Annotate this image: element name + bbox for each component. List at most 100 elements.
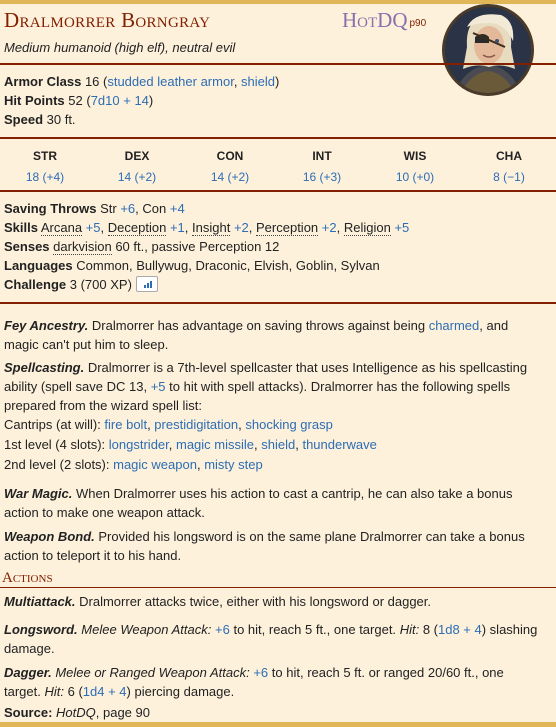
- shield-link[interactable]: shield: [241, 74, 275, 89]
- action-text: Dralmorrer attacks twice, either with hi…: [79, 594, 432, 609]
- save-con-roller[interactable]: +4: [170, 201, 185, 216]
- skill-roller[interactable]: +1: [170, 220, 185, 235]
- action-multiattack: Multiattack. Dralmorrer attacks twice, e…: [4, 592, 544, 611]
- spell-hit-roller[interactable]: +5: [151, 379, 166, 394]
- spell-level-label: Cantrips (at will):: [4, 417, 101, 432]
- challenge-line: Challenge 3 (700 XP): [4, 276, 158, 294]
- skills-label: Skills: [4, 220, 38, 235]
- spell-line-level1: 1st level (4 slots): longstrider, magic …: [4, 437, 377, 452]
- save-sep: , Con: [135, 201, 167, 216]
- action-title: Dagger.: [4, 665, 52, 680]
- action-text: ) piercing damage.: [126, 684, 235, 699]
- armor-class-line: Armor Class 16 (studded leather armor, s…: [4, 73, 279, 91]
- spell-thunderwave[interactable]: thunderwave: [302, 437, 376, 452]
- spell-level-label: 1st level (4 slots):: [4, 437, 106, 452]
- saves-label: Saving Throws: [4, 201, 97, 216]
- monster-portrait[interactable]: [442, 4, 534, 96]
- longsword-damage-roller[interactable]: 1d8 + 4: [438, 622, 482, 637]
- source-page: p90: [409, 18, 427, 29]
- ability-score-roller[interactable]: 16 (+3): [272, 168, 372, 186]
- ac-value: 16 (: [84, 74, 108, 89]
- ability-score-roller[interactable]: 10 (+0): [365, 168, 465, 186]
- spell-line-level2: 2nd level (2 slots): magic weapon, misty…: [4, 457, 263, 472]
- hp-dice-roller[interactable]: 7d10 + 14: [91, 93, 149, 108]
- divider: [0, 302, 556, 304]
- skill-perception[interactable]: Perception: [256, 220, 319, 236]
- spell-misty-step[interactable]: misty step: [204, 457, 263, 472]
- charmed-link[interactable]: charmed: [429, 318, 480, 333]
- darkvision-link[interactable]: darkvision: [53, 239, 112, 255]
- ability-name: STR: [33, 149, 57, 163]
- source-footer: Source: HotDQ, page 90: [4, 704, 150, 722]
- source-link[interactable]: HotDQ p90: [342, 8, 426, 36]
- ability-score-roller[interactable]: 8 (−1): [459, 168, 556, 186]
- scale-encounter-icon[interactable]: [135, 276, 158, 292]
- skill-roller[interactable]: +2: [322, 220, 337, 235]
- trait-text: Dralmorrer has advantage on saving throw…: [91, 318, 426, 333]
- top-border: [0, 0, 556, 4]
- skill-religion[interactable]: Religion: [343, 220, 391, 236]
- save-str-roller[interactable]: +6: [120, 201, 135, 216]
- action-text: 6 (: [67, 684, 83, 699]
- ability-dex: DEX 14 (+2): [87, 148, 187, 186]
- trait-title: Spellcasting.: [4, 360, 85, 375]
- ability-score-roller[interactable]: 14 (+2): [180, 168, 280, 186]
- ac-sep: ,: [233, 74, 242, 89]
- skill-roller[interactable]: +5: [86, 220, 101, 235]
- hit-points-line: Hit Points 52 (7d10 + 14): [4, 92, 153, 110]
- action-text: 8 (: [422, 622, 438, 637]
- divider: [0, 63, 556, 65]
- spell-magic-missile[interactable]: magic missile: [176, 437, 254, 452]
- spell-magic-weapon[interactable]: magic weapon: [113, 457, 197, 472]
- dagger-damage-roller[interactable]: 1d4 + 4: [83, 684, 127, 699]
- skill-roller[interactable]: +5: [394, 220, 409, 235]
- spell-longstrider[interactable]: longstrider: [109, 437, 169, 452]
- ac-close: ): [275, 74, 280, 89]
- languages-value: Common, Bullywug, Draconic, Elvish, Gobl…: [76, 258, 380, 273]
- ability-score-roller[interactable]: 14 (+2): [87, 168, 187, 186]
- hp-close: ): [148, 93, 154, 108]
- ability-cha: CHA 8 (−1): [459, 148, 556, 186]
- ability-int: INT 16 (+3): [272, 148, 372, 186]
- source-footer-page: , page 90: [95, 705, 150, 720]
- spell-shocking-grasp[interactable]: shocking grasp: [245, 417, 332, 432]
- ability-score-roller[interactable]: 18 (+4): [0, 168, 95, 186]
- trait-war-magic: War Magic. When Dralmorrer uses his acti…: [4, 484, 544, 522]
- trait-title: War Magic.: [4, 486, 73, 501]
- action-title: Longsword.: [4, 622, 78, 637]
- spell-fire-bolt[interactable]: fire bolt: [104, 417, 147, 432]
- hp-value: 52 (: [68, 93, 91, 108]
- studded-leather-link[interactable]: studded leather armor: [107, 74, 233, 89]
- ability-name: INT: [312, 149, 332, 163]
- ability-con: CON 14 (+2): [180, 148, 280, 186]
- trait-fey-ancestry: Fey Ancestry. Dralmorrer has advantage o…: [4, 316, 544, 354]
- monster-subtitle: Medium humanoid (high elf), neutral evil: [4, 40, 236, 55]
- save-str: Str: [100, 201, 117, 216]
- action-title: Multiattack.: [4, 594, 76, 609]
- skills-line: Skills Arcana +5, Deception +1, Insight …: [4, 220, 410, 236]
- spell-level-label: 2nd level (2 slots):: [4, 457, 110, 472]
- spell-line-cantrips: Cantrips (at will): fire bolt, prestidig…: [4, 417, 333, 432]
- source-book: HotDQ: [56, 705, 96, 720]
- bottom-border: [0, 722, 556, 727]
- skill-deception[interactable]: Deception: [107, 220, 167, 236]
- skill-insight[interactable]: Insight: [192, 220, 231, 236]
- hit-label: Hit:: [44, 684, 64, 699]
- spell-shield[interactable]: shield: [261, 437, 295, 452]
- skill-arcana[interactable]: Arcana: [40, 220, 83, 236]
- skill-roller[interactable]: +2: [234, 220, 249, 235]
- attack-type: Melee or Ranged Weapon Attack:: [55, 665, 250, 680]
- speed-line: Speed 30 ft.: [4, 111, 76, 129]
- ability-str: STR 18 (+4): [0, 148, 95, 186]
- ability-name: CON: [216, 149, 244, 163]
- challenge-value: 3 (700 XP): [69, 277, 132, 292]
- attack-type: Melee Weapon Attack:: [81, 622, 212, 637]
- divider: [0, 587, 556, 588]
- spell-prestidigitation[interactable]: prestidigitation: [154, 417, 238, 432]
- source-abbrev[interactable]: HotDQ: [342, 8, 408, 32]
- portrait-image: [445, 7, 531, 93]
- longsword-hit-roller[interactable]: +6: [215, 622, 230, 637]
- ac-label: Armor Class: [4, 74, 82, 89]
- action-text: to hit, reach 5 ft., one target.: [233, 622, 397, 637]
- dagger-hit-roller[interactable]: +6: [253, 665, 268, 680]
